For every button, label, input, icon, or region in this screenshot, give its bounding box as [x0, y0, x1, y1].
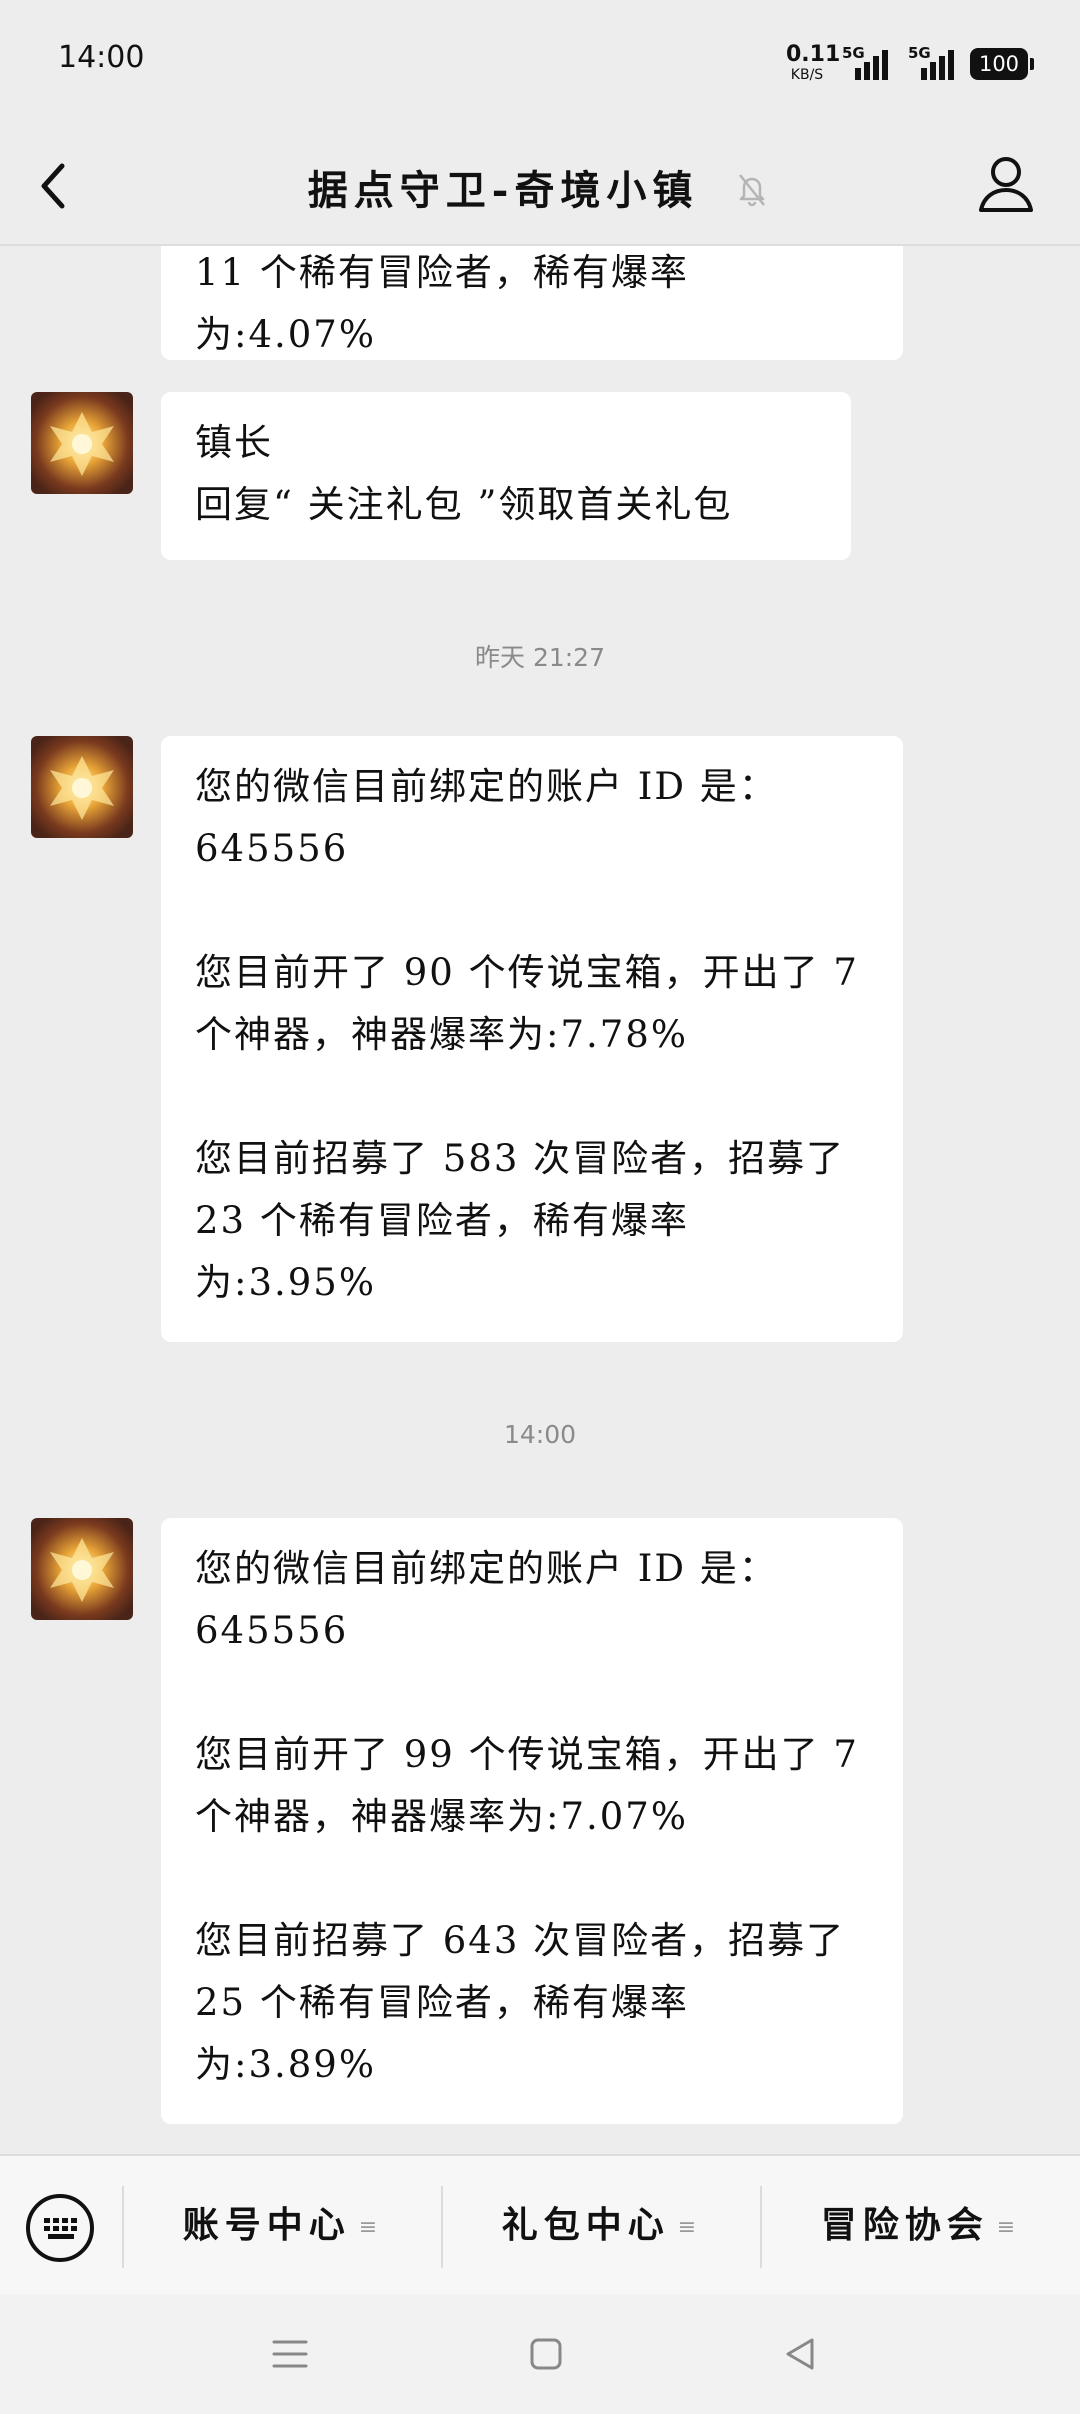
chat-title: 据点守卫-奇境小镇 [307, 167, 699, 214]
battery-icon: 100 [970, 48, 1034, 80]
home-nav-icon[interactable] [526, 2334, 566, 2374]
message-line: 25 个稀有冒险者，稀有爆率为:3.89% [195, 1981, 689, 2086]
message-line: 您目前开了 90 个传说宝箱，开出了 7 [195, 951, 859, 994]
message-bubble-partial: 11 个稀有冒险者，稀有爆率为:4.07% [161, 244, 903, 360]
message-line: 您的微信目前绑定的账户 ID 是： [195, 765, 778, 808]
back-nav-icon[interactable] [780, 2334, 820, 2374]
message-line: 您目前招募了 583 次冒险者，招募了 [195, 1137, 846, 1180]
avatar[interactable] [31, 1518, 133, 1620]
keyboard-icon[interactable] [26, 2194, 94, 2262]
network-speed-unit: KB/S [790, 67, 824, 83]
message-line: 镇长 [195, 421, 273, 464]
chat-header: 据点守卫-奇境小镇 [0, 128, 1080, 246]
signal-sim1-icon: 5G [842, 44, 888, 80]
menu-item-label: 礼包中心 [501, 2204, 670, 2246]
network-speed-value: 0.11 [786, 42, 841, 67]
message-bubble: 您的微信目前绑定的账户 ID 是： 645556 您目前开了 99 个传说宝箱，… [161, 1518, 903, 2124]
signal-sim2-icon: 5G [908, 44, 954, 80]
timestamp: 14:00 [503, 1420, 577, 1449]
avatar[interactable] [31, 392, 133, 494]
message-bubble: 您的微信目前绑定的账户 ID 是： 645556 您目前开了 90 个传说宝箱，… [161, 736, 903, 1342]
menu-item-adventure-guild[interactable]: 冒险协会 ≡ [762, 2178, 1080, 2272]
status-bar: 14:00 0.11 KB/S 5G 5G 100 [0, 0, 1080, 128]
official-account-menu: 账号中心 ≡ 礼包中心 ≡ 冒险协会 ≡ [0, 2154, 1080, 2296]
menu-item-label: 冒险协会 [820, 2204, 989, 2246]
network-speed: 0.11 KB/S [786, 42, 841, 83]
message-line: 您目前招募了 643 次冒险者，招募了 [195, 1919, 846, 1962]
submenu-lines-icon: ≡ [358, 2215, 384, 2240]
chat-messages[interactable]: 11 个稀有冒险者，稀有爆率为:4.07% 镇长 回复“ 关注礼包 ”领取首关礼… [0, 244, 1080, 2154]
message-line: 23 个稀有冒险者，稀有爆率为:3.95% [195, 1199, 689, 1304]
message-line: 您目前开了 99 个传说宝箱，开出了 7 [195, 1733, 859, 1776]
timestamp: 昨天 21:27 [475, 643, 605, 672]
mute-bell-icon [732, 169, 772, 219]
system-nav-bar [0, 2294, 1080, 2414]
submenu-lines-icon: ≡ [677, 2215, 703, 2240]
profile-icon[interactable] [976, 152, 1036, 218]
chat-title-wrap: 据点守卫-奇境小镇 [0, 158, 1080, 219]
avatar[interactable] [31, 736, 133, 838]
message-line: 个神器，神器爆率为:7.07% [195, 1795, 689, 1838]
menu-item-account-center[interactable]: 账号中心 ≡ [124, 2178, 442, 2272]
menu-item-label: 账号中心 [182, 2204, 351, 2246]
message-line: 645556 [195, 1609, 349, 1652]
message-line: 个神器，神器爆率为:7.78% [195, 1013, 689, 1056]
message-line: 645556 [195, 827, 349, 870]
submenu-lines-icon: ≡ [996, 2215, 1022, 2240]
message-line: 您的微信目前绑定的账户 ID 是： [195, 1547, 778, 1590]
battery-level: 100 [978, 52, 1020, 76]
menu-nav-icon[interactable] [270, 2334, 310, 2374]
message-bubble: 镇长 回复“ 关注礼包 ”领取首关礼包 [161, 392, 851, 560]
menu-item-gift-center[interactable]: 礼包中心 ≡ [443, 2178, 761, 2272]
message-text: 11 个稀有冒险者，稀有爆率为:4.07% [195, 251, 689, 356]
message-line: 回复“ 关注礼包 ”领取首关礼包 [195, 483, 733, 526]
status-time: 14:00 [58, 40, 145, 75]
